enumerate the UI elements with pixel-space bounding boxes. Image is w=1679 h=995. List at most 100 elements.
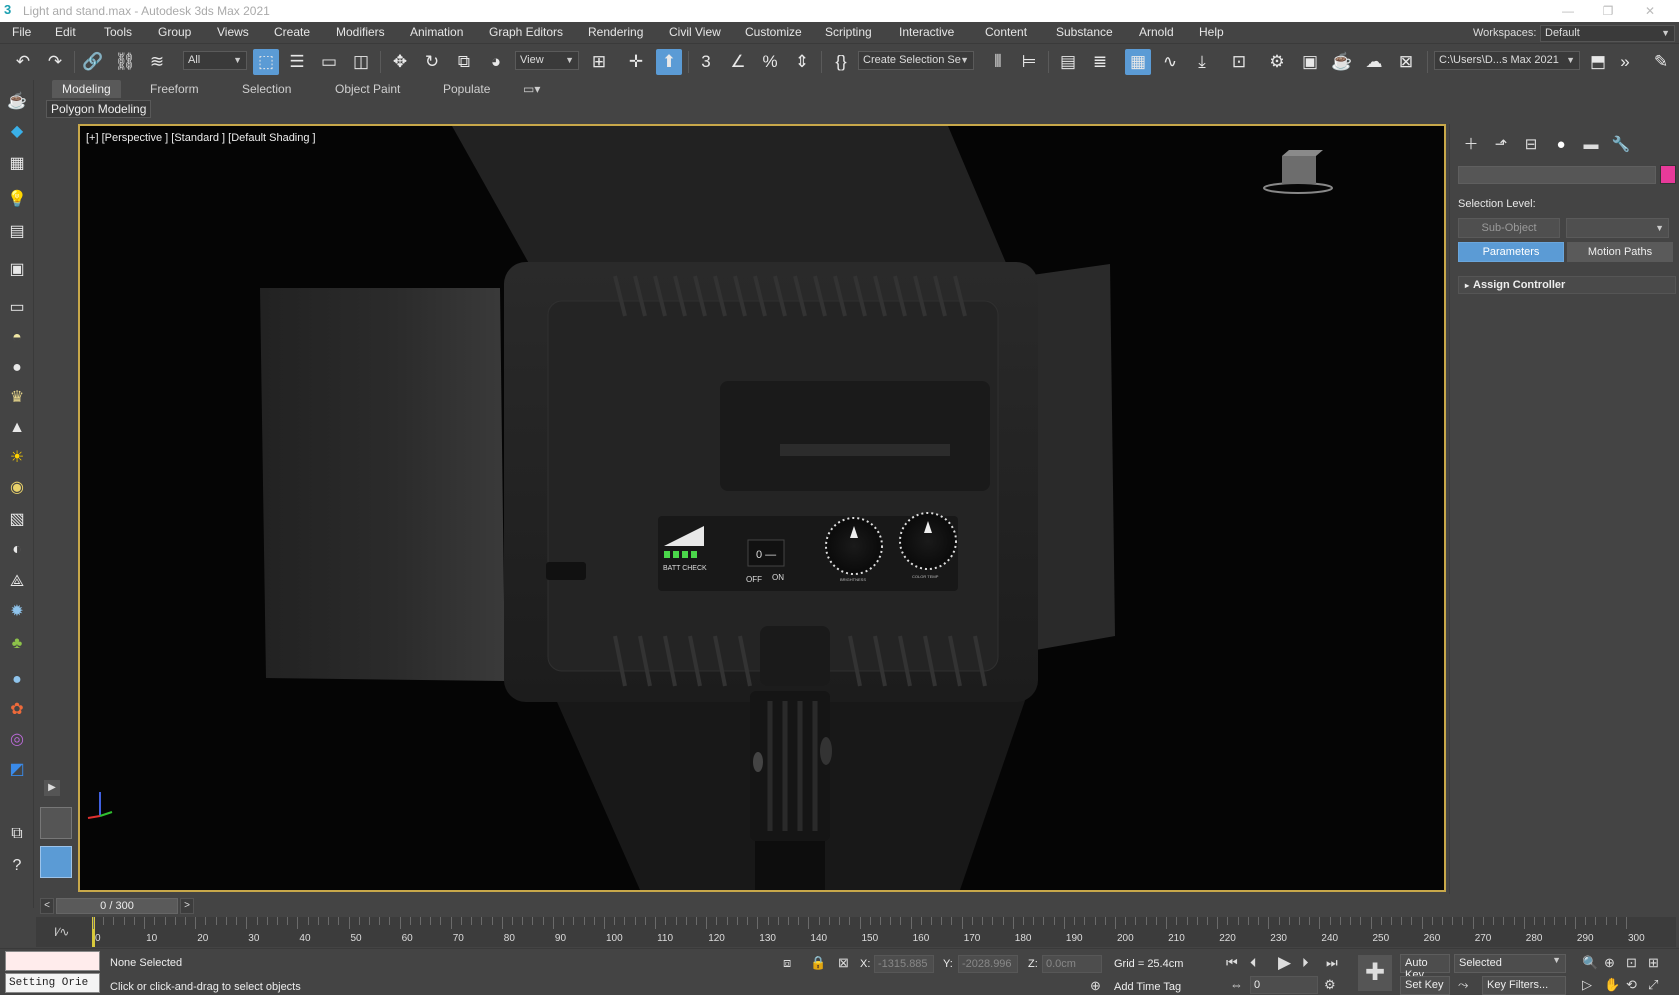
- menu-group[interactable]: Group: [158, 25, 191, 39]
- material-icon[interactable]: ◎: [5, 728, 29, 752]
- rotate-icon[interactable]: ↻: [419, 49, 445, 75]
- go-to-start-icon[interactable]: ⏮: [1226, 955, 1238, 971]
- menu-interactive[interactable]: Interactive: [899, 25, 954, 39]
- menu-create[interactable]: Create: [274, 25, 310, 39]
- menu-arnold[interactable]: Arnold: [1139, 25, 1174, 39]
- create-tab-icon[interactable]: ＋: [1458, 134, 1484, 156]
- sub-object-button[interactable]: Sub-Object: [1458, 218, 1560, 238]
- object-name-field[interactable]: [1458, 166, 1656, 184]
- schematic-view-icon[interactable]: ⤓: [1189, 49, 1215, 75]
- maxscript-listener-field[interactable]: [5, 951, 100, 971]
- minimize-button[interactable]: —: [1548, 2, 1588, 20]
- time-tag-icon[interactable]: ⊕: [1090, 978, 1101, 994]
- maximize-button[interactable]: ❐: [1588, 2, 1628, 20]
- layout-2-panes-icon[interactable]: [40, 807, 72, 839]
- ribbon-options-icon[interactable]: ▭▾: [513, 80, 550, 98]
- z-coordinate-field[interactable]: 0.0cm: [1042, 955, 1102, 973]
- scene-explorer-icon[interactable]: ▤: [1055, 49, 1081, 75]
- project-folder-icon[interactable]: ⬒: [1585, 49, 1611, 75]
- set-key-big-icon[interactable]: ✚: [1358, 955, 1392, 991]
- rendered-frame-window-icon[interactable]: ▣: [1297, 49, 1323, 75]
- angle-snap-icon[interactable]: ∠: [725, 49, 751, 75]
- hierarchy-tab-icon[interactable]: ⊟: [1518, 134, 1544, 156]
- a360-gallery-icon[interactable]: ⊠: [1393, 49, 1419, 75]
- selection-filter-dropdown[interactable]: All ▼: [183, 51, 247, 70]
- grass-icon[interactable]: ♣: [5, 632, 29, 656]
- menu-animation[interactable]: Animation: [410, 25, 463, 39]
- close-button[interactable]: ✕: [1630, 2, 1670, 20]
- undo-icon[interactable]: ↶: [10, 49, 36, 75]
- workspace-dropdown[interactable]: Default ▼: [1540, 25, 1675, 42]
- mirror-icon[interactable]: ⫴: [985, 49, 1011, 75]
- menu-substance[interactable]: Substance: [1056, 25, 1113, 39]
- menu-civil-view[interactable]: Civil View: [669, 25, 721, 39]
- time-config-icon[interactable]: ⚙: [1324, 977, 1336, 993]
- zoom-icon[interactable]: 🔍: [1582, 955, 1598, 971]
- menu-modifiers[interactable]: Modifiers: [336, 25, 385, 39]
- menu-rendering[interactable]: Rendering: [588, 25, 643, 39]
- view-cube[interactable]: [1263, 150, 1333, 194]
- project-folder-dropdown[interactable]: C:\Users\D...s Max 2021 ▼: [1434, 51, 1580, 70]
- reference-coordinate-dropdown[interactable]: View ▼: [515, 51, 579, 70]
- curve-editor-icon[interactable]: ∿: [1157, 49, 1183, 75]
- layers-icon[interactable]: ⧉: [5, 822, 29, 846]
- render-setup-icon[interactable]: ⚙: [1264, 49, 1290, 75]
- spotlight-icon[interactable]: ▲: [5, 416, 29, 440]
- dome-light-icon[interactable]: ◓: [5, 326, 29, 350]
- key-set-dropdown[interactable]: Selected ▼: [1454, 954, 1566, 973]
- absolute-mode-icon[interactable]: ⊠: [838, 955, 849, 971]
- select-by-name-icon[interactable]: ☰: [284, 49, 310, 75]
- key-mode-icon[interactable]: ⇔: [1230, 977, 1243, 992]
- maximize-viewport-icon[interactable]: ⤢: [1648, 977, 1658, 993]
- help-icon[interactable]: ?: [5, 854, 29, 878]
- sub-object-dropdown[interactable]: ▼: [1566, 218, 1669, 238]
- menu-customize[interactable]: Customize: [745, 25, 802, 39]
- zoom-extents-icon[interactable]: ⊡: [1626, 955, 1637, 971]
- isolate-selection-icon[interactable]: ⧈: [783, 955, 791, 971]
- rectangular-selection-icon[interactable]: ▭: [316, 49, 342, 75]
- previous-frame-icon[interactable]: ⏴: [1250, 955, 1257, 971]
- select-manipulate-icon[interactable]: ✛: [623, 49, 649, 75]
- time-slider[interactable]: < 0 / 300 >: [40, 898, 1190, 916]
- window-icon[interactable]: ▭: [5, 296, 29, 320]
- boxes-icon[interactable]: ⟁: [5, 570, 29, 594]
- redo-icon[interactable]: ↷: [42, 49, 68, 75]
- perspective-viewport[interactable]: [+] [Perspective ] [Standard ] [Default …: [78, 124, 1446, 892]
- keyboard-shortcut-override-icon[interactable]: ⬆: [656, 49, 682, 75]
- menu-graph-editors[interactable]: Graph Editors: [489, 25, 563, 39]
- utilities-tab-icon[interactable]: 🔧: [1608, 134, 1634, 156]
- link-icon[interactable]: 🔗: [80, 49, 106, 75]
- pivot-center-icon[interactable]: ⊞: [586, 49, 612, 75]
- selection-lock-icon[interactable]: 🔒: [810, 955, 826, 971]
- crown-icon[interactable]: ♛: [5, 386, 29, 410]
- lightbulb-icon[interactable]: 💡: [5, 188, 29, 212]
- set-key-button[interactable]: Set Key: [1400, 976, 1450, 995]
- maxscript-mini-listener[interactable]: Setting Orie: [5, 973, 100, 993]
- add-time-tag[interactable]: Add Time Tag: [1114, 981, 1181, 993]
- menu-help[interactable]: Help: [1199, 25, 1224, 39]
- pen-tool-icon[interactable]: ✎: [1648, 49, 1674, 75]
- x-coordinate-field[interactable]: -1315.885: [874, 955, 934, 973]
- sphere-icon[interactable]: ●: [5, 356, 29, 380]
- time-slider-handle[interactable]: 0 / 300: [56, 898, 178, 914]
- scene-states-icon[interactable]: ▤: [5, 220, 29, 244]
- tab-freeform[interactable]: Freeform: [140, 80, 209, 98]
- auto-key-button[interactable]: Auto Key: [1400, 954, 1450, 981]
- mini-curve-editor-icon[interactable]: I∕∿: [54, 925, 69, 939]
- time-next-button[interactable]: >: [180, 898, 194, 914]
- asset-icon[interactable]: ◆: [5, 120, 29, 144]
- window-crossing-icon[interactable]: ◫: [348, 49, 374, 75]
- parameters-button[interactable]: Parameters: [1458, 242, 1564, 262]
- y-coordinate-field[interactable]: -2028.996: [958, 955, 1018, 973]
- tab-populate[interactable]: Populate: [433, 80, 500, 98]
- render-frame-icon[interactable]: ◩: [5, 758, 29, 782]
- key-tangent-icon[interactable]: ⤳: [1458, 977, 1468, 993]
- polygon-modeling-panel[interactable]: Polygon Modeling: [46, 100, 152, 118]
- grid-icon[interactable]: ▧: [5, 508, 29, 532]
- render-production-icon[interactable]: ☕: [1329, 49, 1355, 75]
- menu-views[interactable]: Views: [217, 25, 249, 39]
- trackbar[interactable]: I∕∿ 0 10 20 30 40 50 60 70 80 90 100 110 120 130 140 15…: [36, 917, 1676, 947]
- menu-content[interactable]: Content: [985, 25, 1027, 39]
- ribbon-toggle-icon[interactable]: ▦: [1125, 49, 1151, 75]
- orbit-icon[interactable]: ⟲: [1626, 977, 1637, 993]
